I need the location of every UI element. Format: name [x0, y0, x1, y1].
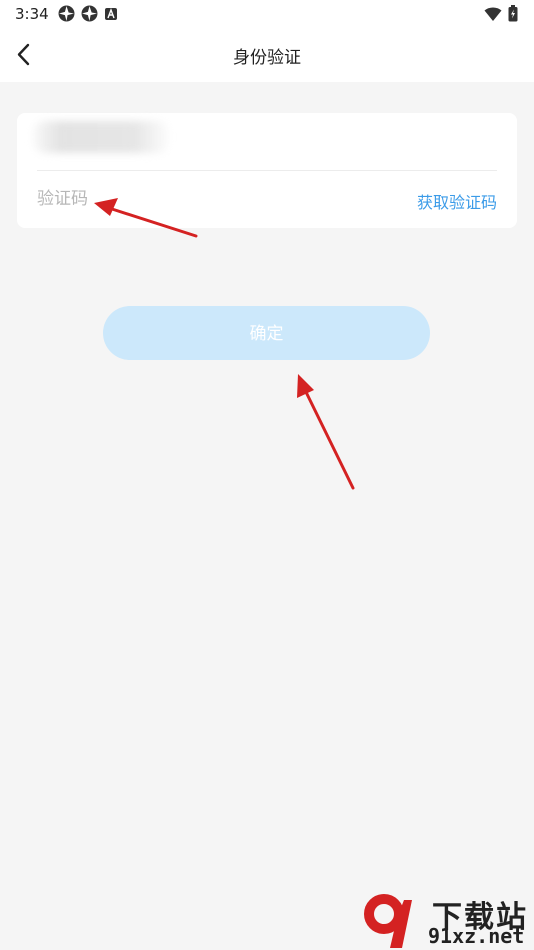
arrow-to-confirm-button [297, 374, 355, 490]
status-time: 3:34 [15, 5, 49, 23]
wifi-icon [484, 7, 502, 21]
status-right-icons [484, 5, 518, 22]
watermark-logo-icon [364, 894, 412, 948]
verification-code-input[interactable] [37, 183, 287, 215]
aperture-icon [81, 5, 98, 22]
verification-form-card: 获取验证码 [17, 113, 517, 228]
confirm-button[interactable]: 确定 [103, 306, 430, 360]
code-row: 获取验证码 [37, 171, 497, 227]
status-bar: 3:34 [0, 0, 534, 28]
watermark-site: 91xz.net [428, 924, 525, 948]
text-notification-icon [105, 7, 117, 20]
battery-icon [508, 5, 518, 22]
nav-bar: 身份验证 [0, 28, 534, 82]
get-code-button[interactable]: 获取验证码 [417, 189, 497, 213]
status-left-icons [58, 5, 118, 22]
page-title: 身份验证 [233, 48, 301, 68]
phone-row [33, 113, 497, 171]
aperture-icon [58, 5, 75, 22]
watermark: 下载站 91xz.net [362, 890, 534, 950]
phone-number-field[interactable] [33, 121, 169, 153]
